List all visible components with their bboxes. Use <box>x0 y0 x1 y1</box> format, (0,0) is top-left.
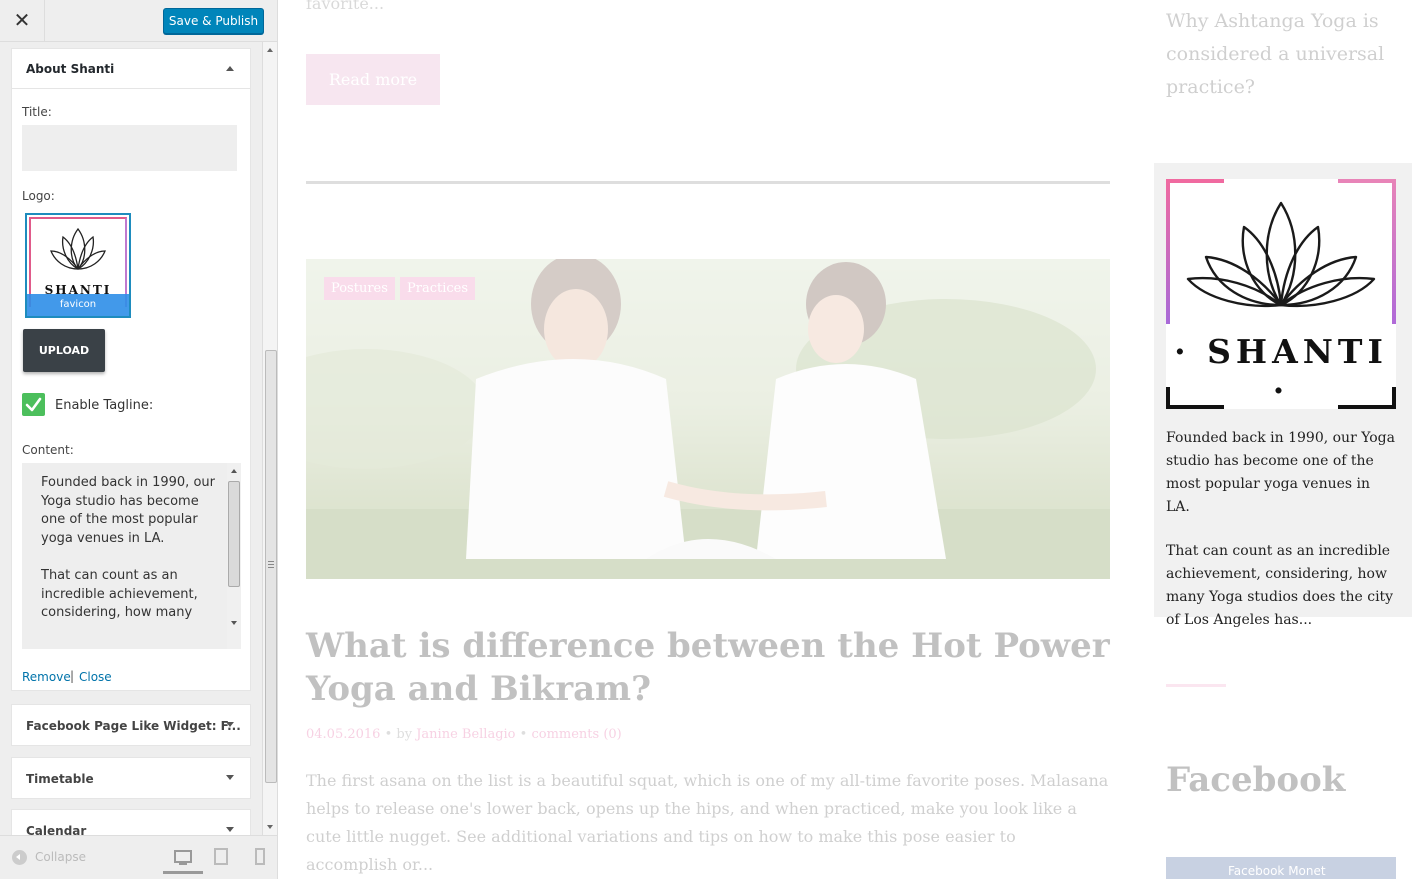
lotus-icon <box>1186 201 1376 308</box>
collapse-button[interactable]: Collapse <box>12 850 86 865</box>
facebook-widget-header[interactable]: Facebook Page Like Widget: F... <box>12 705 250 745</box>
remove-link[interactable]: Remove <box>22 670 71 684</box>
logo-thumbnail[interactable]: SHANTI favicon <box>25 213 131 318</box>
enable-tagline-checkbox[interactable] <box>22 393 45 416</box>
post-comments[interactable]: comments (0) <box>531 727 621 742</box>
about-widget-header[interactable]: About Shanti <box>12 49 250 89</box>
logo-border <box>1392 179 1396 324</box>
logo-border <box>1166 179 1170 324</box>
about-card-text: Founded back in 1990, our Yoga studio ha… <box>1166 427 1398 653</box>
upload-button[interactable]: UPLOAD <box>23 329 105 372</box>
preview-tablet-button[interactable] <box>201 844 241 874</box>
shanti-logo: · SHANTI · <box>1166 179 1396 410</box>
content-textarea[interactable]: Founded back in 1990, our Yoga studio ha… <box>22 463 241 649</box>
post-tag[interactable]: Postures <box>324 277 395 300</box>
content-scrollbar[interactable] <box>227 463 241 649</box>
timetable-widget-title: Timetable <box>26 772 94 786</box>
about-paragraph: Founded back in 1990, our Yoga studio ha… <box>1166 430 1395 515</box>
collapse-label: Collapse <box>35 850 86 864</box>
chevron-down-icon[interactable] <box>226 827 234 832</box>
close-customizer-button[interactable]: ✕ <box>0 0 45 42</box>
logo-border <box>1338 405 1396 409</box>
about-shanti-card: · SHANTI · Founded back in 1990, our Yog… <box>1154 163 1412 628</box>
title-input[interactable] <box>22 125 237 171</box>
content-scroll-thumb[interactable] <box>228 481 240 587</box>
panel-header: ✕ Save & Publish <box>0 0 277 42</box>
site-preview: favorite... Read more Postures Practices… <box>278 0 1425 879</box>
grip-icon <box>268 561 274 568</box>
enable-tagline-label: Enable Tagline: <box>55 398 154 413</box>
timetable-widget[interactable]: Timetable <box>11 757 251 799</box>
save-publish-button[interactable]: Save & Publish <box>163 8 264 34</box>
about-widget-title: About Shanti <box>26 62 115 76</box>
post-excerpt: The first asana on the list is a beautif… <box>306 771 1109 874</box>
scroll-down-icon[interactable] <box>231 621 237 625</box>
collapse-icon <box>12 850 27 865</box>
close-icon: ✕ <box>13 8 31 32</box>
scroll-down-icon[interactable] <box>267 825 273 829</box>
preview-mobile-button[interactable] <box>239 844 277 874</box>
scroll-up-icon[interactable] <box>231 469 237 473</box>
logo-border <box>1166 405 1224 409</box>
post-divider <box>306 181 1110 184</box>
panel-scrollbar[interactable] <box>262 42 277 835</box>
panel-scroll-thumb[interactable] <box>265 350 277 783</box>
title-label: Title: <box>22 105 52 119</box>
post-tag[interactable]: Practices <box>400 277 476 300</box>
post-featured-image[interactable]: Postures Practices <box>306 259 1110 579</box>
logo-brand-name: · SHANTI · <box>1174 332 1388 410</box>
favicon-caption: favicon <box>27 294 129 316</box>
logo-border <box>1166 179 1224 183</box>
about-paragraph: That can count as an incredible achievem… <box>1166 543 1394 628</box>
link-separator: | <box>70 669 75 683</box>
post-title[interactable]: What is difference between the Hot Power… <box>306 625 1116 711</box>
post-by: by <box>396 727 413 742</box>
customizer-panel: ✕ Save & Publish About Shanti Title: Log… <box>0 0 278 879</box>
desktop-icon <box>174 850 192 865</box>
chevron-down-icon[interactable] <box>226 722 234 727</box>
facebook-widget-heading: Facebook <box>1166 760 1346 800</box>
facebook-page-box[interactable]: Facebook Monet <box>1166 857 1396 879</box>
logo-border <box>1166 387 1170 409</box>
post-meta: 04.05.2016 • by Janine Bellagio • commen… <box>306 727 622 742</box>
timetable-widget-header[interactable]: Timetable <box>12 758 250 798</box>
facebook-widget-title: Facebook Page Like Widget: F... <box>26 719 241 733</box>
checkmark-icon <box>25 397 42 412</box>
widgets-area: About Shanti Title: Logo: SHANTI favicon… <box>0 42 277 851</box>
previous-post-excerpt: favorite... <box>306 0 385 13</box>
panel-footer: Collapse <box>0 835 277 879</box>
read-more-button[interactable]: Read more <box>306 54 440 105</box>
sidebar-post-link[interactable]: Why Ashtanga Yoga is considered a univer… <box>1166 5 1406 104</box>
lotus-icon <box>50 227 106 270</box>
scroll-up-icon[interactable] <box>267 48 273 52</box>
close-link[interactable]: Close <box>79 670 112 684</box>
facebook-widget[interactable]: Facebook Page Like Widget: F... <box>11 704 251 746</box>
about-shanti-widget: About Shanti Title: Logo: SHANTI favicon… <box>11 48 251 691</box>
mobile-icon <box>255 848 265 865</box>
content-label: Content: <box>22 443 74 457</box>
logo-label: Logo: <box>22 189 55 203</box>
content-textarea-value: Founded back in 1990, our Yoga studio ha… <box>41 475 215 621</box>
post-date[interactable]: 04.05.2016 <box>306 727 380 742</box>
chevron-down-icon[interactable] <box>226 775 234 780</box>
post-author[interactable]: Janine Bellagio <box>416 727 515 742</box>
chevron-up-icon[interactable] <box>226 66 234 71</box>
logo-border <box>1392 387 1396 409</box>
preview-desktop-button[interactable] <box>163 844 203 874</box>
widget-accent-line <box>1166 684 1226 687</box>
yoga-couple-image <box>306 259 1110 579</box>
facebook-page-name: Facebook Monet <box>1228 864 1326 878</box>
logo-border <box>1338 179 1396 183</box>
tablet-icon <box>214 848 228 865</box>
